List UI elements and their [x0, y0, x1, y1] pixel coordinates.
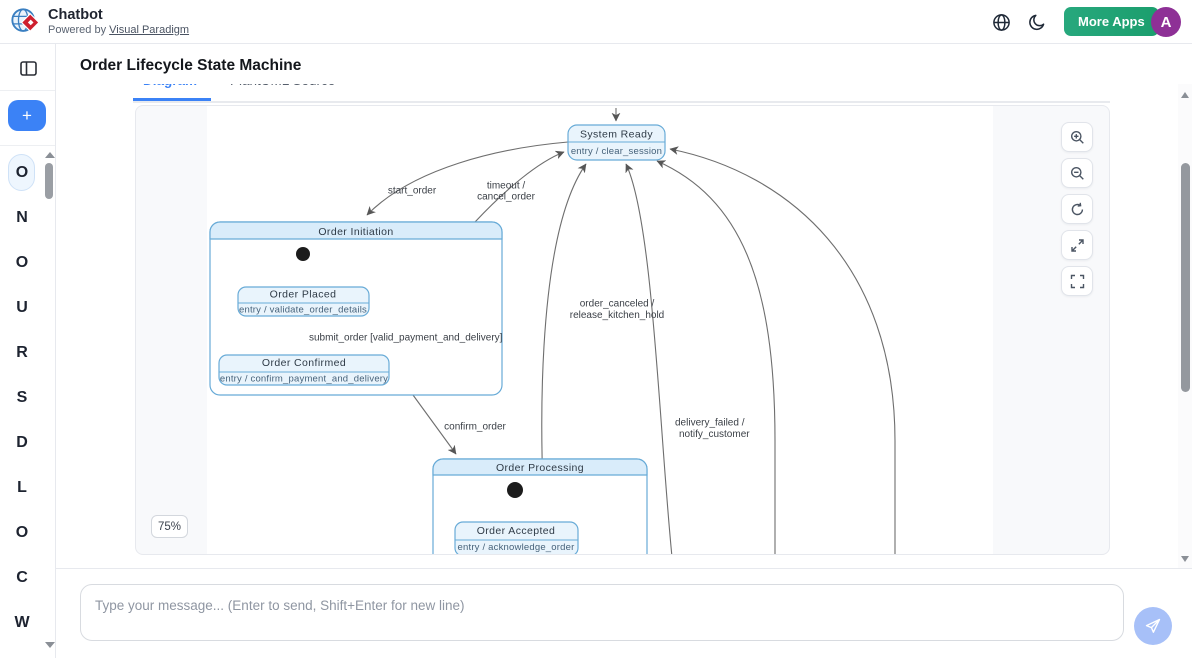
page-title: Order Lifecycle State Machine [80, 57, 301, 75]
more-apps-button[interactable]: More Apps [1064, 7, 1159, 36]
scroll-down-arrow[interactable] [1181, 556, 1189, 562]
visual-paradigm-logo [10, 6, 42, 38]
conversation-item[interactable]: U [0, 289, 44, 326]
new-chat-button[interactable]: + [8, 100, 46, 131]
conversation-item[interactable]: W [0, 604, 44, 641]
dark-mode-button[interactable] [1027, 11, 1049, 33]
label-release-kitchen-hold: release_kitchen_hold [570, 310, 665, 321]
state-system-ready: System Ready entry / clear_session [568, 125, 665, 160]
fullscreen-button[interactable] [1061, 266, 1093, 296]
zoom-in-button[interactable] [1061, 122, 1093, 152]
label-submit-order: submit_order [valid_payment_and_delivery… [309, 333, 503, 344]
initial-state-dot [296, 247, 310, 261]
tab-diagram[interactable]: Diagram [143, 84, 197, 88]
label-delivery-failed: delivery_failed / [675, 418, 745, 429]
fullscreen-icon [1070, 274, 1085, 289]
conversation-item[interactable]: L [0, 469, 44, 506]
message-composer [56, 568, 1192, 658]
panel-toggle-icon [20, 61, 37, 76]
top-header: Chatbot Powered by Visual Paradigm More … [0, 0, 1192, 44]
diagram-canvas[interactable]: Order Initiation Order Placed entry / va… [207, 106, 993, 555]
zoom-out-icon [1070, 166, 1085, 181]
sidebar-scroll-down-arrow[interactable] [45, 642, 55, 648]
svg-text:Order Processing: Order Processing [496, 462, 584, 474]
label-order-canceled: order_canceled / [580, 299, 655, 310]
svg-text:System Ready: System Ready [580, 129, 653, 141]
conversation-item[interactable]: R [0, 334, 44, 371]
fit-to-screen-button[interactable] [1061, 230, 1093, 260]
svg-text:Order Initiation: Order Initiation [318, 226, 393, 238]
state-order-placed: Order Placed entry / validate_order_deta… [238, 287, 369, 316]
conversation-sidebar: + O N O U R S D L O C W [0, 44, 56, 658]
send-plane-icon [1144, 617, 1162, 635]
zoom-level-badge: 75% [151, 515, 188, 538]
initial-state-dot [507, 482, 523, 498]
label-start-order: start_order [388, 186, 437, 197]
label-confirm-order: confirm_order [444, 422, 506, 433]
conversation-item[interactable]: D [0, 424, 44, 461]
zoom-out-button[interactable] [1061, 158, 1093, 188]
transition-return-3 [657, 161, 775, 555]
label-cancel-order: cancel_order [477, 192, 535, 203]
conversation-item[interactable]: C [0, 559, 44, 596]
app-window: Chatbot Powered by Visual Paradigm More … [0, 0, 1192, 658]
user-avatar[interactable]: A [1151, 7, 1181, 37]
powered-by: Powered by Visual Paradigm [48, 24, 189, 36]
svg-text:entry / confirm_payment_and_de: entry / confirm_payment_and_delivery [220, 374, 388, 385]
conversation-item[interactable]: O [0, 154, 44, 191]
tab-plantuml-source[interactable]: PlantUML Source [230, 84, 335, 88]
active-tab-indicator [133, 98, 211, 101]
reset-view-button[interactable] [1061, 194, 1093, 224]
svg-text:entry / clear_session: entry / clear_session [571, 146, 662, 157]
svg-text:Order Placed: Order Placed [270, 289, 337, 301]
visual-paradigm-link[interactable]: Visual Paradigm [109, 24, 189, 36]
conversation-item[interactable]: O [0, 514, 44, 551]
state-order-accepted: Order Accepted entry / acknowledge_order [455, 522, 578, 555]
label-notify-customer: notify_customer [679, 429, 750, 440]
sidebar-scroll-up-arrow[interactable] [45, 152, 55, 158]
view-tabbar: Diagram PlantUML Source [133, 84, 1110, 103]
svg-text:entry / acknowledge_order: entry / acknowledge_order [458, 542, 575, 553]
expand-icon [1070, 238, 1085, 253]
transition-return-4 [670, 149, 895, 555]
chat-scrollbar [1178, 84, 1192, 568]
conversation-list: O N O U R S D L O C W [0, 154, 44, 649]
scroll-up-arrow[interactable] [1181, 92, 1189, 98]
language-globe-button[interactable] [990, 11, 1012, 33]
svg-text:entry / validate_order_details: entry / validate_order_details [239, 305, 367, 316]
app-title: Chatbot [48, 7, 103, 23]
svg-text:Order Accepted: Order Accepted [477, 525, 556, 537]
conversation-item[interactable]: O [0, 244, 44, 281]
conversation-item[interactable]: S [0, 379, 44, 416]
svg-text:Order Confirmed: Order Confirmed [262, 357, 346, 369]
state-machine-diagram: Order Initiation Order Placed entry / va… [207, 106, 993, 555]
scrollbar-thumb[interactable] [1181, 163, 1190, 392]
conversation-item[interactable]: N [0, 199, 44, 236]
send-button[interactable] [1134, 607, 1172, 645]
zoom-in-icon [1070, 130, 1085, 145]
sidebar-toggle-button[interactable] [14, 55, 42, 81]
transition-start-order [367, 142, 568, 215]
sidebar-scrollbar-thumb[interactable] [45, 163, 53, 199]
reset-icon [1070, 202, 1085, 217]
diagram-panel: Order Initiation Order Placed entry / va… [135, 105, 1110, 555]
diagram-toolbar [1061, 122, 1093, 296]
state-order-confirmed: Order Confirmed entry / confirm_payment_… [219, 355, 389, 385]
moon-icon [1029, 13, 1047, 31]
message-input[interactable] [80, 584, 1124, 641]
label-timeout: timeout / [487, 181, 526, 192]
globe-icon [992, 13, 1011, 32]
sidebar-divider [0, 145, 55, 146]
sidebar-divider [0, 90, 55, 91]
